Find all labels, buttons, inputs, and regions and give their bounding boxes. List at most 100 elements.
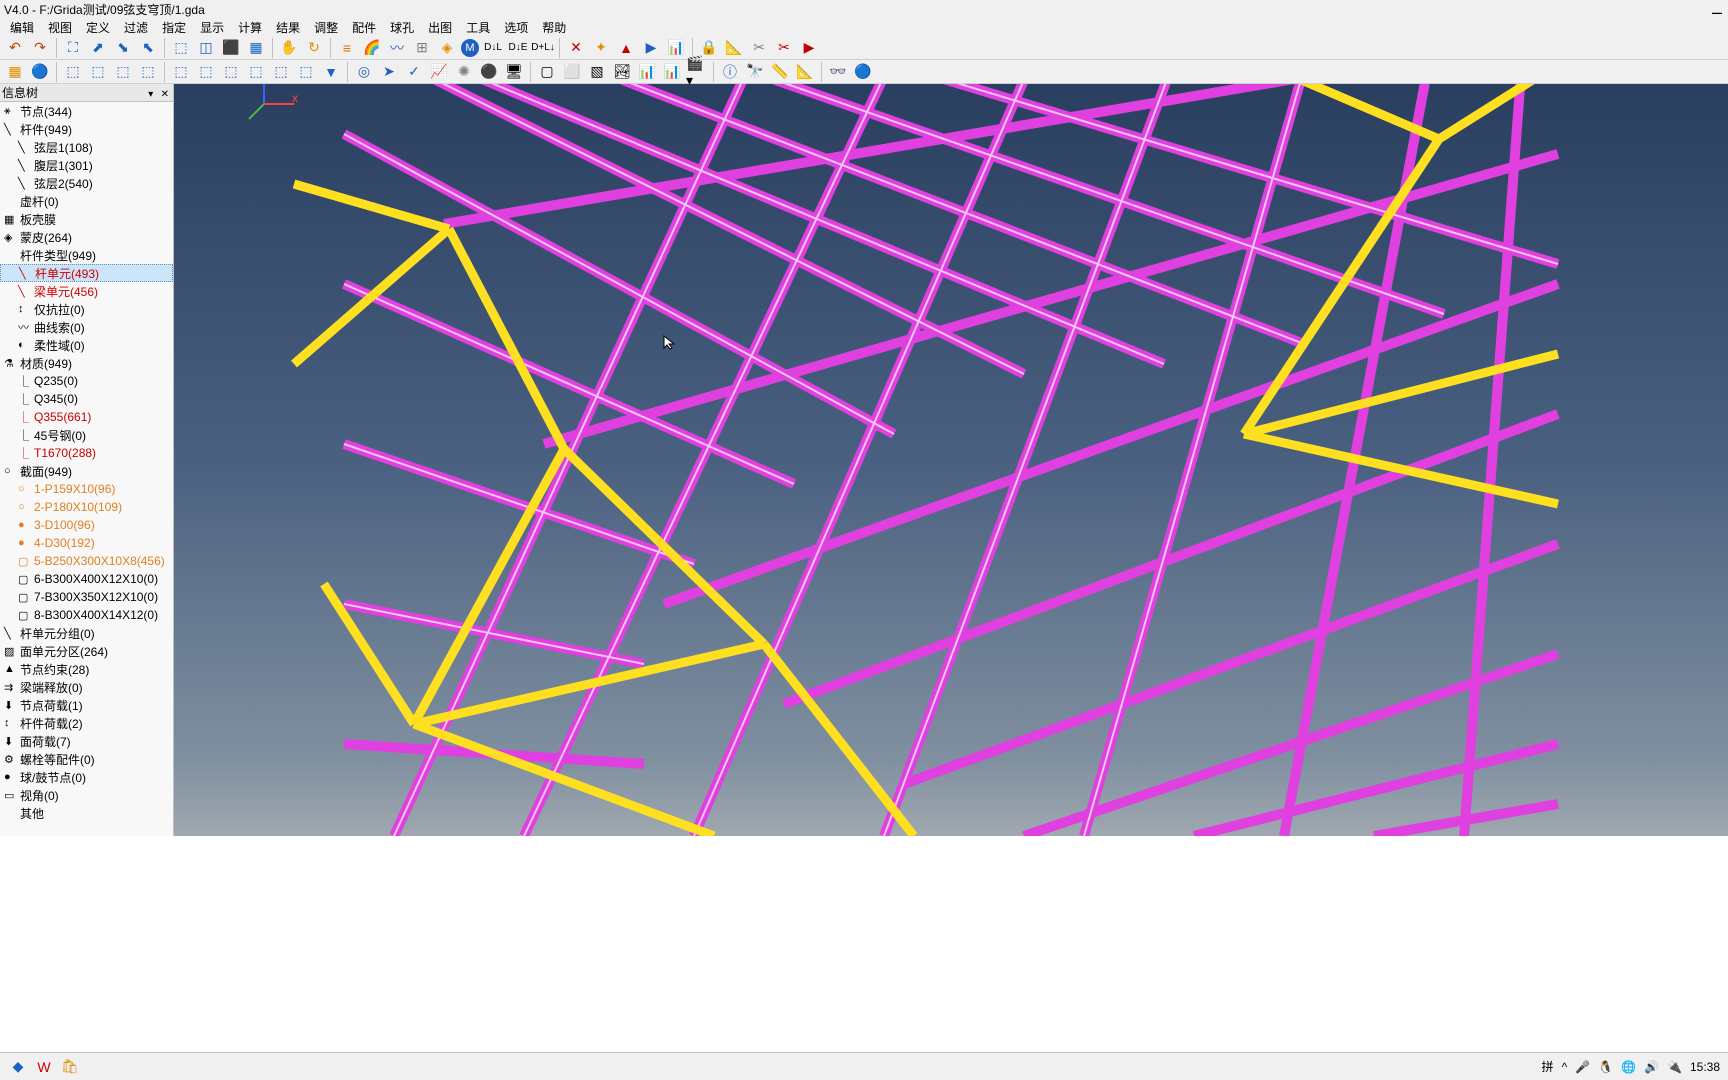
tree-item[interactable]: ⚗材质(949) (0, 354, 173, 372)
layers-icon[interactable]: ◈ (436, 37, 458, 59)
tree-item[interactable]: 其他 (0, 804, 173, 822)
tree-item[interactable]: ╲杆件(949) (0, 120, 173, 138)
cube2-icon[interactable]: ◫ (195, 37, 217, 59)
sel8-icon[interactable]: ⬚ (245, 61, 267, 83)
flag-icon[interactable]: ▶ (798, 37, 820, 59)
ime-indicator[interactable]: 拼 (1542, 1058, 1554, 1075)
burst-icon[interactable]: ✺ (453, 61, 475, 83)
curve-icon[interactable]: 〰 (386, 37, 408, 59)
tree-item[interactable]: ○2-P180X10(109) (0, 498, 173, 516)
sel5-icon[interactable]: ⬚ (170, 61, 192, 83)
tree-item[interactable]: ↕杆件荷载(2) (0, 714, 173, 732)
tree-item[interactable]: ●球/鼓节点(0) (0, 768, 173, 786)
arrow-icon[interactable]: ▶ (640, 37, 662, 59)
sel9-icon[interactable]: ⬚ (270, 61, 292, 83)
sel7-icon[interactable]: ⬚ (220, 61, 242, 83)
m-button[interactable]: M (461, 39, 479, 57)
land-icon[interactable]: 🏞 (611, 61, 633, 83)
tray-qq-icon[interactable]: 🐧 (1598, 1060, 1613, 1074)
navarrow-icon[interactable]: ➤ (378, 61, 400, 83)
menu-视图[interactable]: 视图 (42, 19, 78, 36)
tree-item[interactable]: ↕仅抗拉(0) (0, 300, 173, 318)
tree-item[interactable]: ●4-D30(192) (0, 534, 173, 552)
grid2-icon[interactable]: ▦ (4, 61, 26, 83)
check2-icon[interactable]: ✓ (403, 61, 425, 83)
ruler-icon[interactable]: 📏 (769, 61, 791, 83)
tb-app3-icon[interactable]: 🛍 (60, 1057, 80, 1077)
sel6-icon[interactable]: ⬚ (195, 61, 217, 83)
tree-item[interactable]: ╲杆单元(493) (0, 264, 173, 282)
tree-item[interactable]: ⎿Q355(661) (0, 408, 173, 426)
tree-item[interactable]: ▲节点约束(28) (0, 660, 173, 678)
tree-item[interactable]: ⬇面荷载(7) (0, 732, 173, 750)
star-icon[interactable]: ✦ (590, 37, 612, 59)
menu-结果[interactable]: 结果 (270, 19, 306, 36)
tray-mic-icon[interactable]: 🎤 (1575, 1060, 1590, 1074)
tree-item[interactable]: ▨面单元分区(264) (0, 642, 173, 660)
target-icon[interactable]: ◎ (353, 61, 375, 83)
menu-球孔[interactable]: 球孔 (384, 19, 420, 36)
tray-power-icon[interactable]: 🔌 (1667, 1060, 1682, 1074)
viewport[interactable]: z x (174, 84, 1728, 836)
cube4-icon[interactable]: ▦ (245, 37, 267, 59)
tb-app2-icon[interactable]: W (34, 1057, 54, 1077)
ruler2-icon[interactable]: 📐 (794, 61, 816, 83)
pliers-icon[interactable]: ✂ (748, 37, 770, 59)
tree-item[interactable]: ⇉梁端释放(0) (0, 678, 173, 696)
menu-调整[interactable]: 调整 (308, 19, 344, 36)
tree-item[interactable]: ◈蒙皮(264) (0, 228, 173, 246)
tree-item[interactable]: ⚹节点(344) (0, 102, 173, 120)
menu-显示[interactable]: 显示 (194, 19, 230, 36)
menu-编辑[interactable]: 编辑 (4, 19, 40, 36)
tree-pin-icon[interactable]: ▾ (146, 89, 155, 100)
pan-icon[interactable]: ✋ (278, 37, 300, 59)
sel10-icon[interactable]: ⬚ (295, 61, 317, 83)
chart1-icon[interactable]: 📊 (665, 37, 687, 59)
menu-配件[interactable]: 配件 (346, 19, 382, 36)
view3-icon[interactable]: ⬉ (137, 37, 159, 59)
monitor-icon[interactable]: 🖥 (503, 61, 525, 83)
box2-icon[interactable]: ⬜ (561, 61, 583, 83)
tree-item[interactable]: ⎿Q235(0) (0, 372, 173, 390)
rotate-icon[interactable]: ↻ (303, 37, 325, 59)
menu-工具[interactable]: 工具 (460, 19, 496, 36)
fit-icon[interactable]: ⛶ (62, 37, 84, 59)
sel2-icon[interactable]: ⬚ (87, 61, 109, 83)
menu-选项[interactable]: 选项 (498, 19, 534, 36)
tree-item[interactable]: 〰曲线索(0) (0, 318, 173, 336)
scissors-icon[interactable]: ✂ (773, 37, 795, 59)
sel4-icon[interactable]: ⬚ (137, 61, 159, 83)
tree-item[interactable]: ⎿45号钢(0) (0, 426, 173, 444)
bar2-icon[interactable]: 📊 (661, 61, 683, 83)
bars-icon[interactable]: ≡ (336, 37, 358, 59)
tree-close-icon[interactable]: ✕ (159, 89, 171, 100)
dl2-icon[interactable]: D↓E (507, 37, 529, 59)
menu-计算[interactable]: 计算 (232, 19, 268, 36)
cube1-icon[interactable]: ⬚ (170, 37, 192, 59)
cube3-icon[interactable]: ⬛ (220, 37, 242, 59)
view2-icon[interactable]: ⬊ (112, 37, 134, 59)
movie-icon[interactable]: 🎬▾ (686, 61, 708, 83)
tree-item[interactable]: ○截面(949) (0, 462, 173, 480)
view-icon[interactable]: ⬈ (87, 37, 109, 59)
tree-item[interactable]: ▢7-B300X350X12X10(0) (0, 588, 173, 606)
caliper-icon[interactable]: 📐 (723, 37, 745, 59)
menu-出图[interactable]: 出图 (422, 19, 458, 36)
tree-item[interactable]: ●3-D100(96) (0, 516, 173, 534)
sphere-icon[interactable]: ⚫ (478, 61, 500, 83)
tree-item[interactable]: ▢5-B250X300X10X8(456) (0, 552, 173, 570)
tree-item[interactable]: ╲梁单元(456) (0, 282, 173, 300)
tree-item[interactable]: ◐柔性域(0) (0, 336, 173, 354)
tree-item[interactable]: ○1-P159X10(96) (0, 480, 173, 498)
tree-item[interactable]: ╲弦层2(540) (0, 174, 173, 192)
tree-item[interactable]: ▢8-B300X400X14X12(0) (0, 606, 173, 624)
tray-up-icon[interactable]: ^ (1562, 1060, 1568, 1074)
tree-item[interactable]: ▢6-B300X400X12X10(0) (0, 570, 173, 588)
tree-item[interactable]: 虚杆(0) (0, 192, 173, 210)
clock[interactable]: 15:38 (1690, 1060, 1720, 1074)
dl3-icon[interactable]: D+L↓ (532, 37, 554, 59)
glasses-icon[interactable]: 👓 (827, 61, 849, 83)
minimize-button[interactable]: – (1712, 2, 1722, 23)
tri-icon[interactable]: ▲ (615, 37, 637, 59)
pie2-icon[interactable]: 🔵 (852, 61, 874, 83)
